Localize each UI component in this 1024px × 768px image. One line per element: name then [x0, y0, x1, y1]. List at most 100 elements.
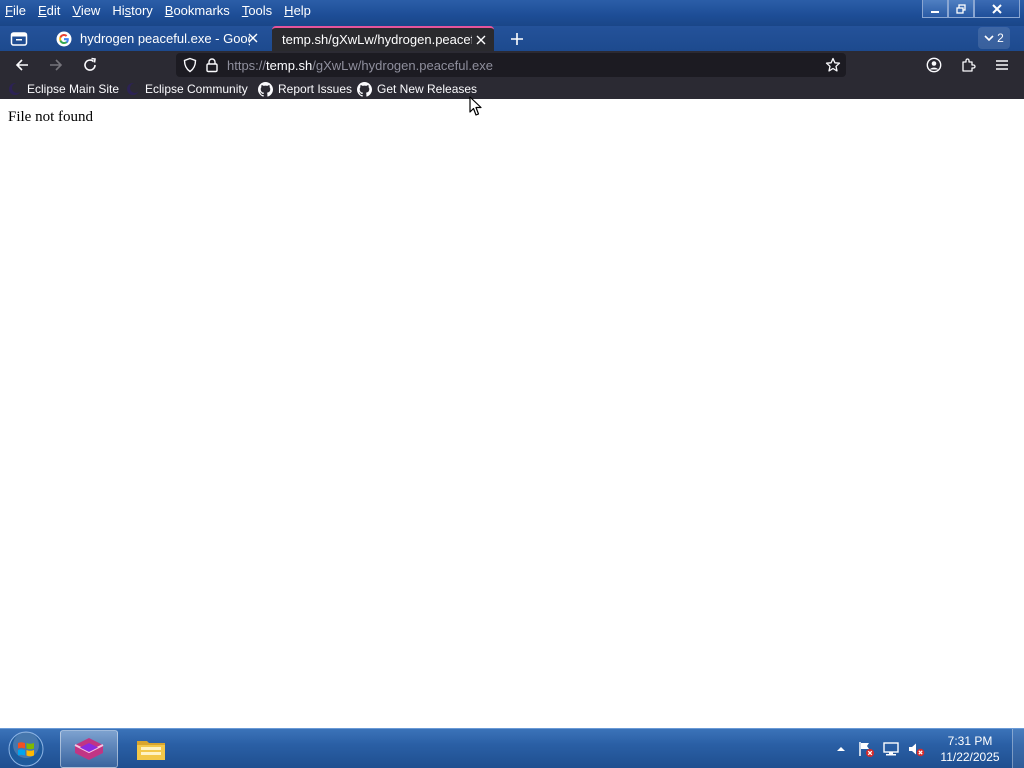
- windows-start-orb-icon: [8, 731, 44, 767]
- speaker-muted-icon: [909, 743, 925, 757]
- menu-help-label: elp: [293, 3, 311, 18]
- tab-manager-icon: [10, 32, 28, 46]
- tab-manager-button[interactable]: [6, 28, 32, 50]
- bookmark-page-button[interactable]: [823, 55, 843, 75]
- menu-history[interactable]: History: [106, 2, 158, 20]
- close-icon: [476, 35, 486, 45]
- url-path: /gXwLw/hydrogen.peaceful.exe: [312, 58, 493, 73]
- account-icon: [926, 57, 942, 73]
- error-message: File not found: [8, 109, 93, 125]
- application-menu-button[interactable]: [990, 54, 1014, 76]
- github-icon: [357, 81, 372, 97]
- taskbar: 7:31 PM 11/22/2025: [0, 728, 1024, 768]
- close-icon: [248, 33, 258, 43]
- bookmark-report-issues[interactable]: Report Issues: [258, 81, 352, 97]
- start-button[interactable]: [4, 730, 48, 768]
- menu-tools[interactable]: Tools: [236, 2, 278, 20]
- tab-google-search[interactable]: hydrogen peaceful.exe - Google: [48, 26, 266, 51]
- menu-edit-label: dit: [46, 3, 61, 18]
- bookmark-label: Eclipse Community: [145, 82, 248, 96]
- tab-temp-sh[interactable]: temp.sh/gXwLw/hydrogen.peaceful: [272, 26, 494, 51]
- tracking-protection-shield-icon[interactable]: [182, 57, 198, 73]
- reload-icon: [84, 57, 96, 71]
- system-tray: 7:31 PM 11/22/2025: [830, 729, 1024, 768]
- bookmark-get-new-releases[interactable]: Get New Releases: [357, 81, 477, 97]
- network-icon: [883, 742, 899, 756]
- menu-view-label: iew: [80, 3, 101, 18]
- menu-view[interactable]: View: [66, 2, 106, 20]
- lock-icon[interactable]: [204, 57, 220, 73]
- hamburger-menu-icon: [996, 60, 1008, 70]
- back-arrow-icon: [15, 59, 28, 71]
- page-content: File not found: [0, 99, 1024, 728]
- menu-help[interactable]: Help: [278, 2, 317, 20]
- bookmark-label: Eclipse Main Site: [27, 82, 120, 96]
- clock-date: 11/22/2025: [940, 750, 1000, 764]
- bookmark-eclipse-main-site[interactable]: Eclipse Main Site: [8, 81, 119, 97]
- minimize-icon: [931, 10, 939, 13]
- window-controls: [922, 0, 1020, 19]
- restore-icon: [956, 3, 966, 14]
- menu-bookmarks[interactable]: Bookmarks: [159, 2, 236, 20]
- bookmarks-toolbar: Eclipse Main Site Eclipse Community Repo…: [0, 79, 1024, 99]
- chevron-up-icon: [837, 747, 845, 751]
- menu-tools-label: ools: [248, 3, 273, 18]
- menu-history-pre: Hi: [112, 3, 125, 18]
- action-center-tray-button[interactable]: [855, 738, 877, 760]
- tab-close-button[interactable]: [474, 33, 488, 47]
- menu-history-post: tory: [131, 3, 153, 18]
- url-scheme: https://: [227, 58, 267, 73]
- back-button[interactable]: [10, 54, 34, 76]
- network-tray-button[interactable]: [880, 738, 902, 760]
- menu-edit[interactable]: Edit: [32, 2, 66, 20]
- clock[interactable]: 7:31 PM 11/22/2025: [934, 733, 1006, 765]
- list-all-tabs-button[interactable]: 2: [978, 27, 1010, 49]
- navigation-toolbar: https://temp.sh/gXwLw/hydrogen.peaceful.…: [0, 51, 1024, 79]
- puzzle-piece-icon: [962, 58, 976, 72]
- volume-tray-button[interactable]: [905, 738, 927, 760]
- menu-file-label: ile: [12, 3, 26, 18]
- tab-title: hydrogen peaceful.exe - Google: [80, 31, 250, 46]
- account-button[interactable]: [922, 54, 946, 76]
- menu-file-mnemonic: F: [5, 3, 13, 18]
- google-icon: [56, 31, 72, 46]
- show-desktop-button[interactable]: [1012, 729, 1024, 768]
- taskbar-file-explorer-button[interactable]: [122, 730, 180, 768]
- title-bar: File Edit View History Bookmarks Tools H…: [0, 0, 1024, 26]
- folder-icon: [137, 741, 165, 760]
- menu-edit-mnemonic: E: [37, 3, 47, 18]
- eclipse-icon: [9, 83, 22, 95]
- bookmark-eclipse-community[interactable]: Eclipse Community: [126, 81, 248, 97]
- bookmark-label: Report Issues: [278, 82, 353, 96]
- new-tab-button[interactable]: [506, 28, 528, 50]
- reload-button[interactable]: [78, 54, 102, 76]
- url-host: temp.sh: [266, 58, 313, 73]
- url-text[interactable]: https://temp.sh/gXwLw/hydrogen.peaceful.…: [227, 58, 493, 73]
- minimize-button[interactable]: [922, 0, 948, 18]
- tab-close-button[interactable]: [246, 31, 260, 45]
- restore-button[interactable]: [948, 0, 974, 18]
- forward-button[interactable]: [44, 54, 68, 76]
- tab-title: temp.sh/gXwLw/hydrogen.peaceful: [282, 32, 472, 47]
- menu-bookmarks-label: ookmarks: [173, 3, 230, 18]
- github-icon: [258, 81, 273, 97]
- flag-warning-icon: [859, 742, 874, 757]
- bookmark-label: Get New Releases: [377, 82, 478, 96]
- menu-bar: File Edit View History Bookmarks Tools H…: [0, 2, 317, 20]
- extensions-button[interactable]: [956, 54, 980, 76]
- clock-time: 7:31 PM: [947, 734, 993, 748]
- address-bar[interactable]: https://temp.sh/gXwLw/hydrogen.peaceful.…: [176, 53, 846, 77]
- tab-strip: hydrogen peaceful.exe - Google temp.sh/g…: [0, 26, 1024, 51]
- chevron-down-icon: [984, 35, 994, 42]
- taskbar-browser-button[interactable]: [60, 730, 118, 768]
- close-icon: [992, 3, 1002, 14]
- menu-file[interactable]: File: [0, 2, 32, 20]
- menu-view-mnemonic: V: [72, 3, 81, 18]
- star-icon: [825, 57, 841, 72]
- tab-count: 2: [997, 31, 1004, 45]
- close-window-button[interactable]: [974, 0, 1020, 18]
- mouse-cursor-icon: [469, 96, 482, 116]
- show-hidden-icons-button[interactable]: [830, 738, 852, 760]
- browser-app-icon: [74, 738, 104, 760]
- forward-arrow-icon: [50, 59, 63, 71]
